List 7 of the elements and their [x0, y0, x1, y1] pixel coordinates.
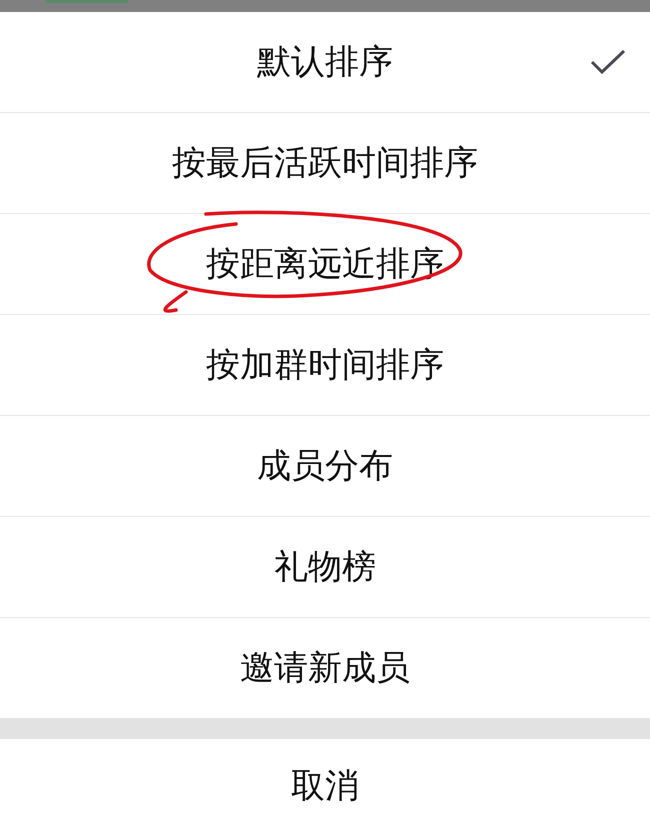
menu-item[interactable]: 按距离远近排序	[0, 214, 650, 315]
menu-item[interactable]: 默认排序	[0, 12, 650, 113]
menu-item[interactable]: 按最后活跃时间排序	[0, 113, 650, 214]
menu-item[interactable]: 礼物榜	[0, 517, 650, 618]
menu-item[interactable]: 按加群时间排序	[0, 315, 650, 416]
menu-item[interactable]: 成员分布	[0, 416, 650, 517]
cancel-button[interactable]: 取消	[0, 739, 650, 832]
